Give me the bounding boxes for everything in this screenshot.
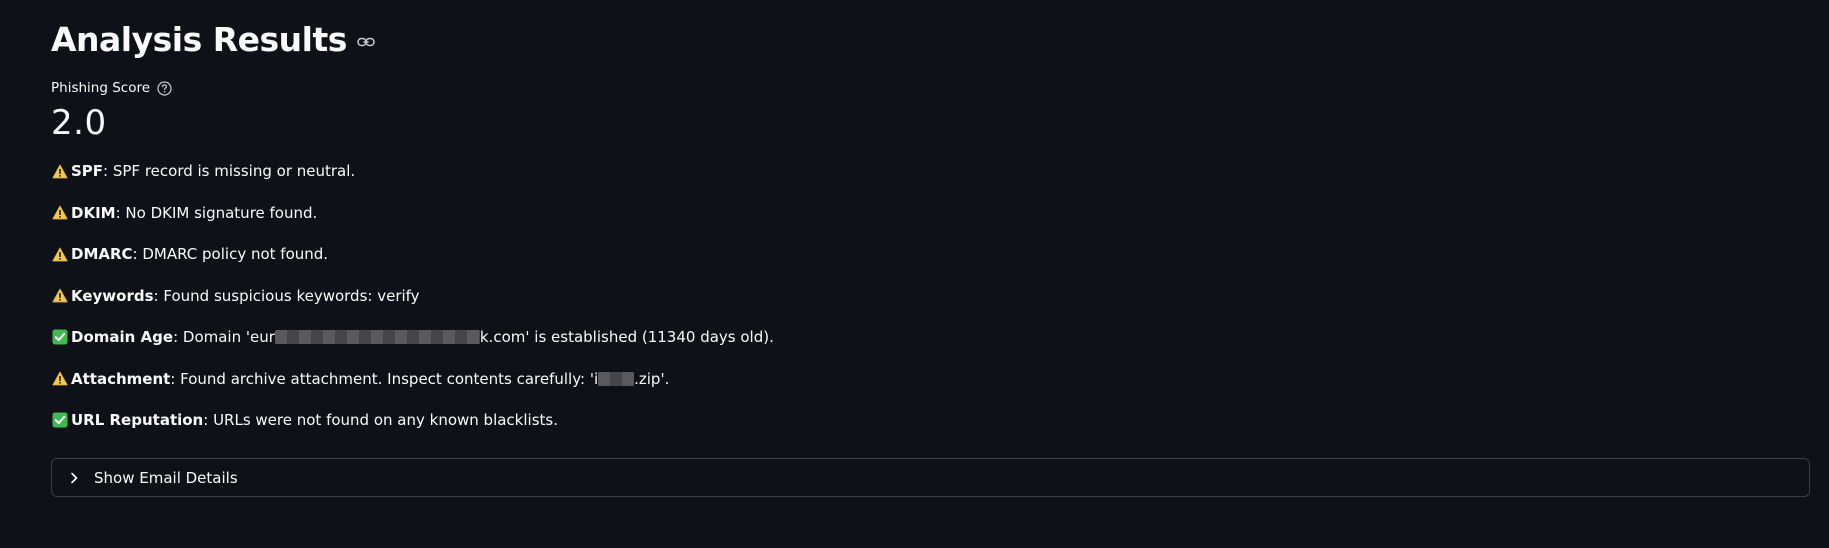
warning-icon [51, 370, 69, 388]
warning-icon [51, 245, 69, 263]
expander-label: Show Email Details [94, 468, 238, 487]
check-text: : No DKIM signature found. [115, 203, 318, 222]
check-row-spf: SPF : SPF record is missing or neutral. [51, 161, 1810, 181]
link-icon[interactable] [357, 35, 377, 49]
check-text: : Domain 'eur [173, 328, 275, 346]
check-row-url-reputation: URL Reputation : URLs were not found on … [51, 410, 1810, 430]
check-name: Keywords [71, 286, 154, 305]
check-name: DMARC [71, 245, 133, 263]
check-name: DKIM [71, 203, 116, 222]
check-row-dkim: DKIM : No DKIM signature found. [51, 203, 1810, 223]
question-circle-icon[interactable] [156, 80, 172, 96]
metric-label: Phishing Score [51, 80, 151, 96]
check-name: SPF [71, 162, 104, 180]
warning-icon [51, 287, 69, 305]
warning-icon [51, 162, 69, 180]
check-text: .zip'. [634, 369, 670, 388]
check-row-keywords: Keywords : Found suspicious keywords: ve… [51, 286, 1810, 306]
check-row-domain-age: Domain Age : Domain 'eur k.com' is estab… [51, 327, 1810, 347]
check-name: Domain Age [71, 328, 174, 346]
check-text: : Found suspicious keywords: verify [153, 286, 420, 305]
check-text: : DMARC policy not found. [132, 245, 329, 263]
warning-icon [51, 204, 69, 222]
check-text: k.com' is established (11340 days old). [479, 328, 774, 346]
phishing-score-value: 2.0 [51, 103, 107, 143]
check-row-attachment: Attachment : Found archive attachment. I… [51, 369, 1810, 389]
redacted-filename [598, 371, 635, 386]
chevron-right-icon [68, 472, 80, 484]
show-email-details-expander[interactable]: Show Email Details [51, 458, 1810, 497]
check-results-list: SPF : SPF record is missing or neutral. … [51, 161, 1810, 430]
check-name: URL Reputation [71, 411, 204, 429]
redacted-domain [274, 330, 480, 344]
check-text: : URLs were not found on any known black… [203, 411, 558, 429]
check-text: : Found archive attachment. Inspect cont… [170, 369, 599, 388]
analysis-page: Analysis Results Phishing Score 2.0 SPF [0, 0, 1829, 548]
check-row-dmarc: DMARC : DMARC policy not found. [51, 244, 1810, 264]
check-name: Attachment [71, 369, 171, 388]
check-icon [51, 328, 69, 346]
title-row: Analysis Results [51, 0, 1810, 62]
page-title: Analysis Results [51, 19, 347, 59]
check-text: : SPF record is missing or neutral. [103, 162, 356, 180]
check-icon [51, 411, 69, 429]
metric-label-row: Phishing Score [51, 78, 1810, 98]
